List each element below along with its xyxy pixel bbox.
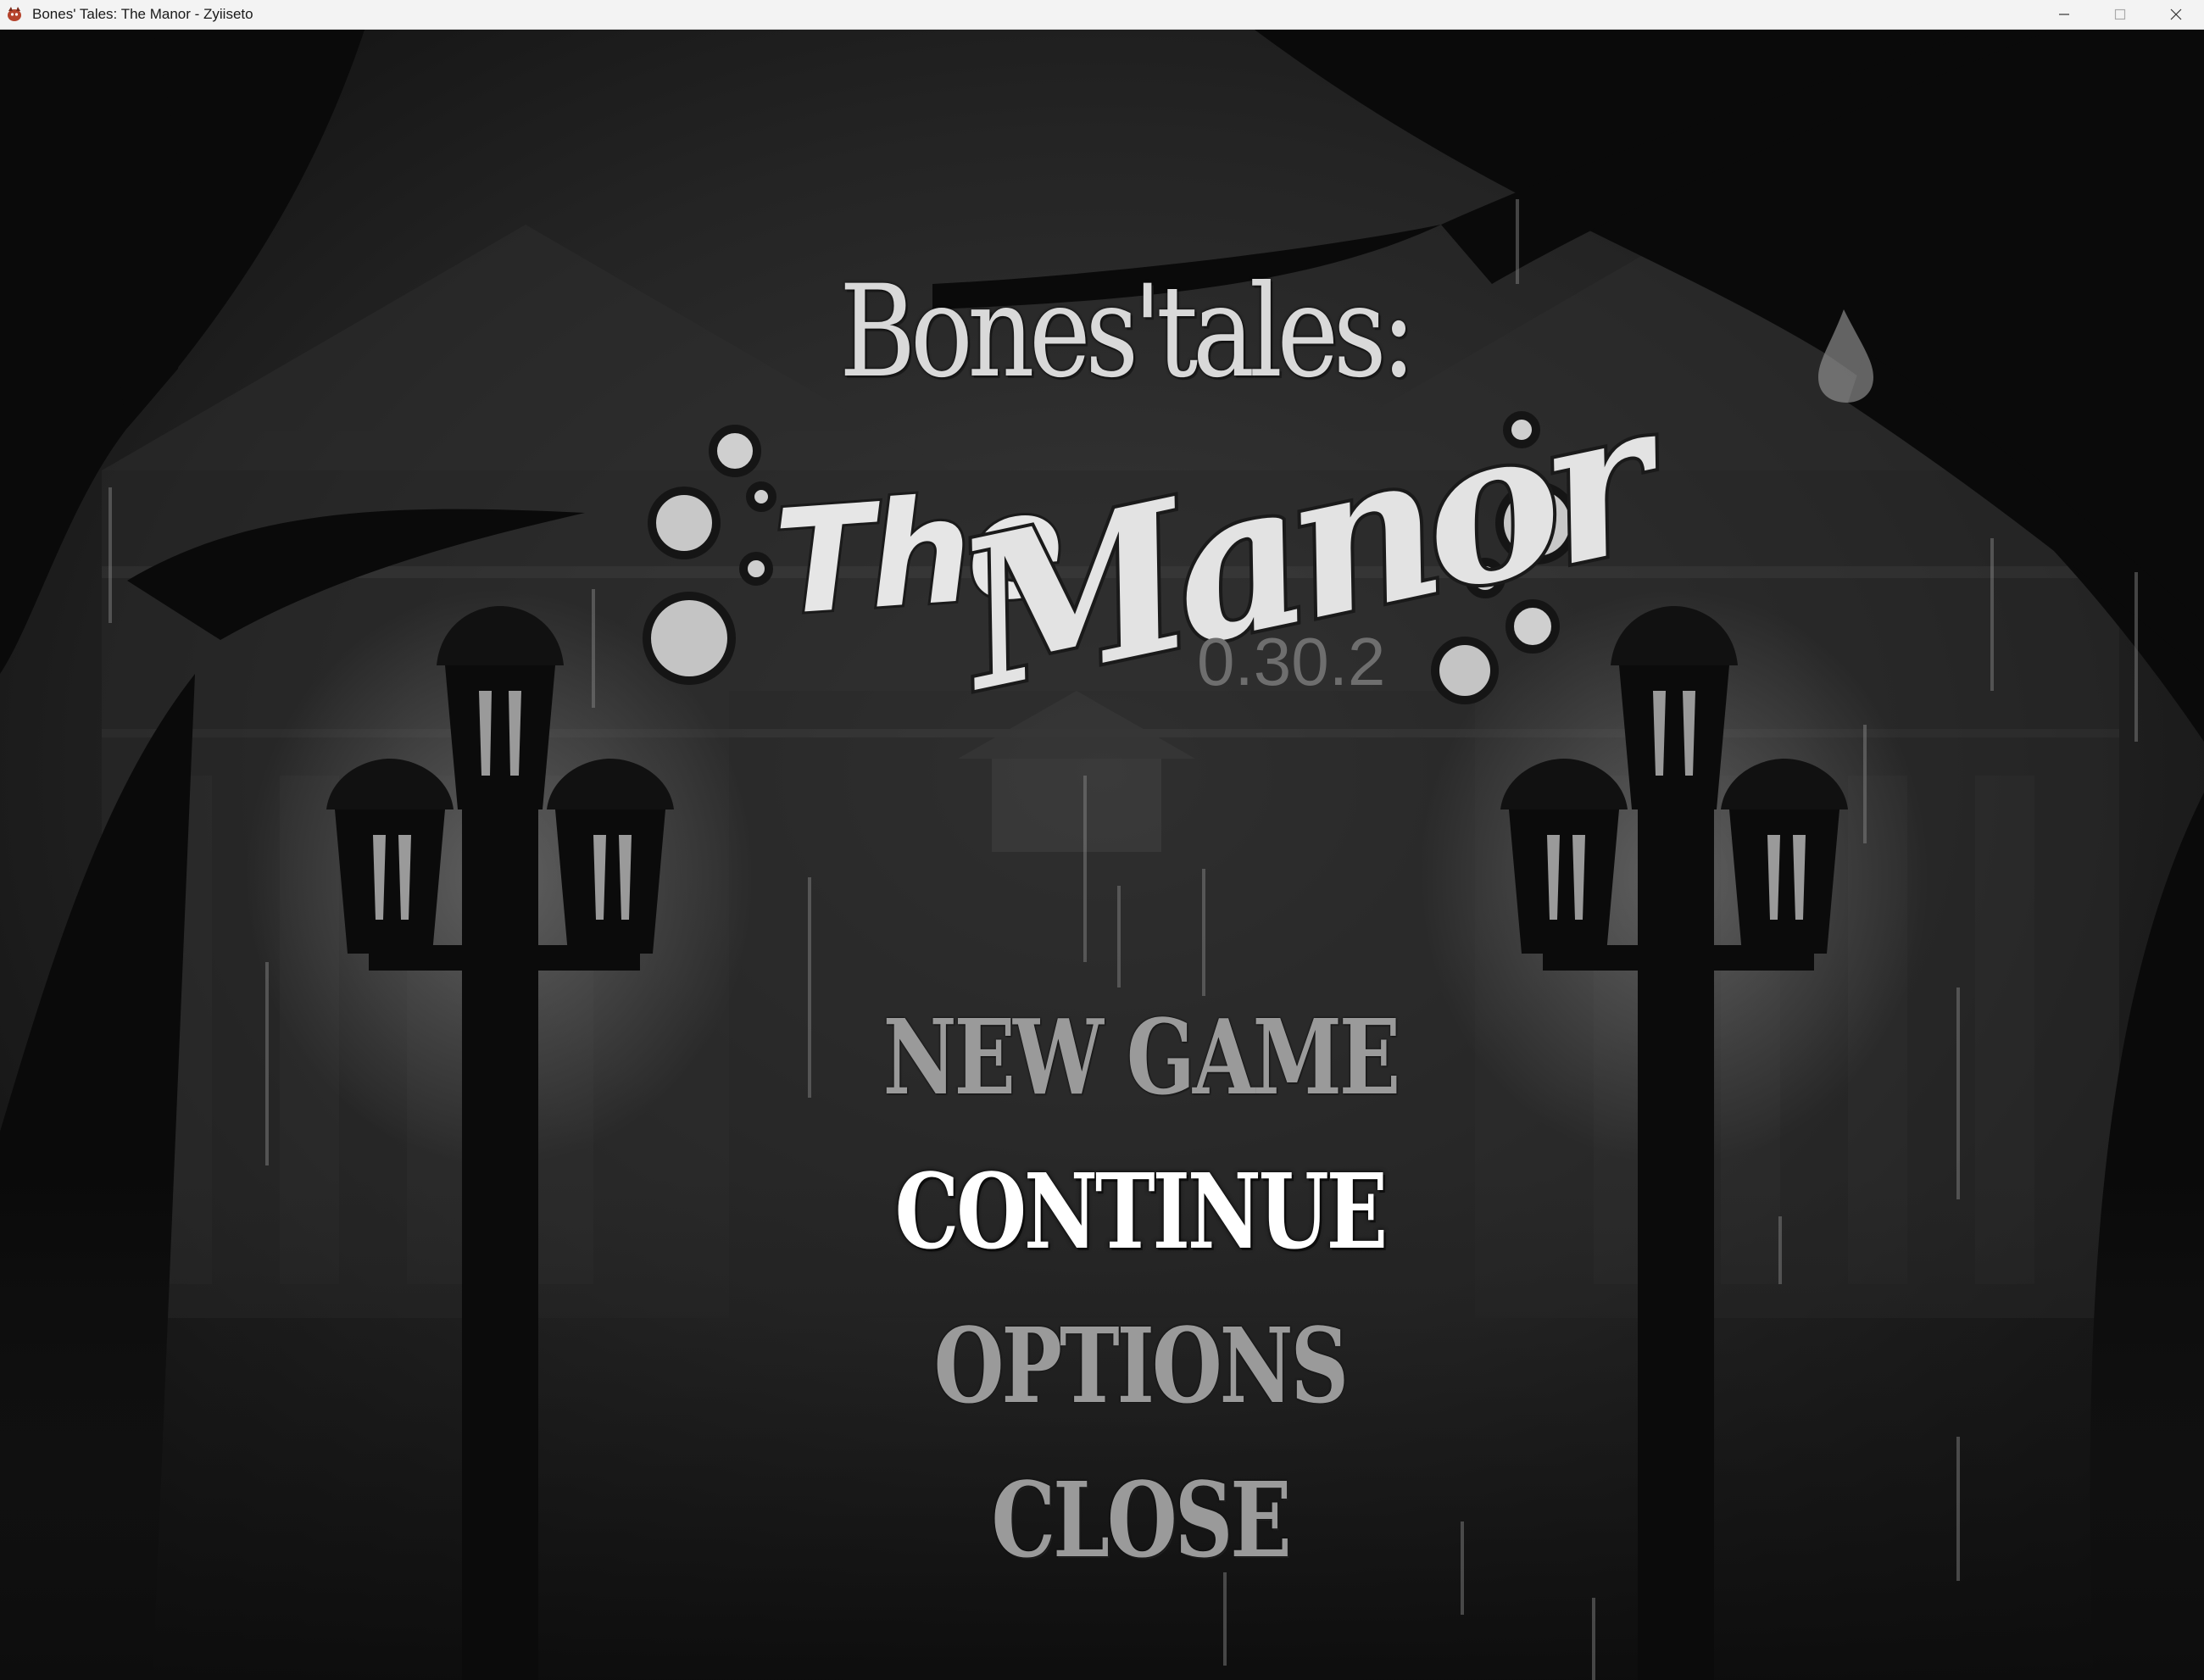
minimize-icon <box>2059 14 2069 15</box>
menu-continue[interactable]: CONTINUE <box>0 1150 2204 1272</box>
minimize-button[interactable] <box>2036 0 2092 29</box>
window-title: Bones' Tales: The Manor - Zyiiseto <box>32 6 253 22</box>
game-window: Bones' Tales: The Manor - Zyiiseto Bones… <box>0 0 2204 1680</box>
menu-options-label: OPTIONS <box>933 1305 1350 1427</box>
game-viewport: Bones'tales: The Manor 0.30.2 NEW GAME C… <box>0 30 2204 1680</box>
maximize-button[interactable] <box>2092 0 2148 29</box>
menu-close[interactable]: CLOSE <box>0 1459 2204 1581</box>
menu-options[interactable]: OPTIONS <box>0 1305 2204 1427</box>
title-bar[interactable]: Bones' Tales: The Manor - Zyiiseto <box>0 0 2204 30</box>
logo-title-line1: Bones'tales: <box>839 259 1416 406</box>
window-controls <box>2036 0 2204 29</box>
menu-new-game-label: NEW GAME <box>882 996 1400 1118</box>
menu-close-label: CLOSE <box>991 1459 1291 1581</box>
app-icon <box>5 5 24 24</box>
menu-continue-label: CONTINUE <box>894 1150 1389 1272</box>
maximize-icon <box>2114 8 2126 20</box>
version-label: 0.30.2 <box>1197 624 1386 699</box>
close-button[interactable] <box>2148 0 2204 29</box>
close-icon <box>2170 8 2182 20</box>
menu-new-game[interactable]: NEW GAME <box>0 996 2204 1118</box>
